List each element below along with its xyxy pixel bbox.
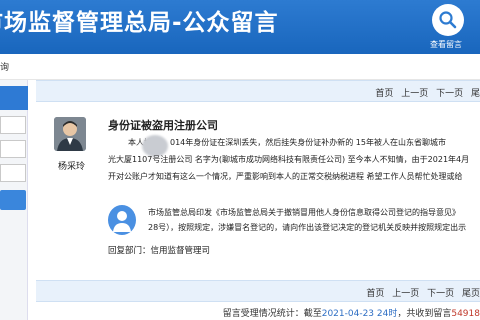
reply-department: 回复部门：信用监督管理司 xyxy=(108,246,211,256)
message-body-line: 014年身份证在深圳丢失，然后挂失身份证补办新的 15年被人在山东省聊城市 xyxy=(170,138,446,147)
message-body-line: 开对公账户才知道有这么一个情况，严重影响到本人的正常交税纳税进程 希望工作人员帮… xyxy=(108,172,463,181)
author-name: 杨采玲 xyxy=(58,162,86,172)
last-page-link[interactable]: 尾页 xyxy=(462,289,480,299)
next-page-link[interactable]: 下一页 xyxy=(427,289,454,299)
search-button[interactable] xyxy=(0,190,26,210)
page-title: 市场监督管理总局-公众留言 xyxy=(0,10,279,36)
first-page-link[interactable]: 首页 xyxy=(375,89,393,99)
view-messages-button[interactable]: 查看留言 xyxy=(428,4,468,52)
prev-page-link[interactable]: 上一页 xyxy=(401,89,428,99)
prev-page-link[interactable]: 上一页 xyxy=(392,289,419,299)
message-card: 杨采玲 身份证被盗用注册公司 本人姓 014年身份证在深圳丢失，然后挂失身份证补… xyxy=(36,103,480,263)
first-page-link[interactable]: 首页 xyxy=(366,289,384,299)
reply-text-line: 市场监管总局印发《市场监管总局关于撤销冒用他人身份信息取得公司登记的指导意见》 xyxy=(148,208,460,217)
stats-middle: ，共收到留言 xyxy=(397,309,452,319)
stats-bar: 留言受理情况统计：截至2021-04-23 24时，共收到留言54918 xyxy=(36,304,480,320)
sidebar-header xyxy=(0,86,28,110)
next-page-link[interactable]: 下一页 xyxy=(436,89,463,99)
view-messages-label: 查看留言 xyxy=(430,40,462,49)
stats-prefix: 留言受理情况统计：截至 xyxy=(222,309,322,319)
search-icon xyxy=(432,4,464,36)
breadcrumb-label: 询 xyxy=(0,63,10,73)
message-body-line: 光大厦1107号注册公司 名字为(聊城市成功网络科技有限责任公司) 至今本人不知… xyxy=(108,155,470,164)
filter-input-3[interactable] xyxy=(0,164,26,182)
avatar xyxy=(54,117,86,151)
filter-input-2[interactable] xyxy=(0,140,26,158)
stats-count: 54918 xyxy=(451,309,480,319)
last-page-link[interactable]: 尾 xyxy=(471,89,480,99)
header-bar: 市场监督管理总局-公众留言 查看留言 xyxy=(0,0,480,54)
message-subject[interactable]: 身份证被盗用注册公司 xyxy=(108,117,218,133)
pager-top: 首页 上一页 下一页 尾 xyxy=(36,80,480,102)
pager-bottom: 首页 上一页 下一页 尾页 xyxy=(36,280,480,302)
reply-text-line: 28号），按照规定，涉嫌冒名登记的，请向作出该登记决定的登记机关反映并按照规定出… xyxy=(148,223,467,232)
search-sidebar xyxy=(0,80,28,320)
reply-icon xyxy=(108,205,136,235)
breadcrumb: 询 xyxy=(0,54,480,80)
stats-date: 2021-04-23 24时 xyxy=(321,309,398,319)
filter-input-1[interactable] xyxy=(0,116,26,134)
